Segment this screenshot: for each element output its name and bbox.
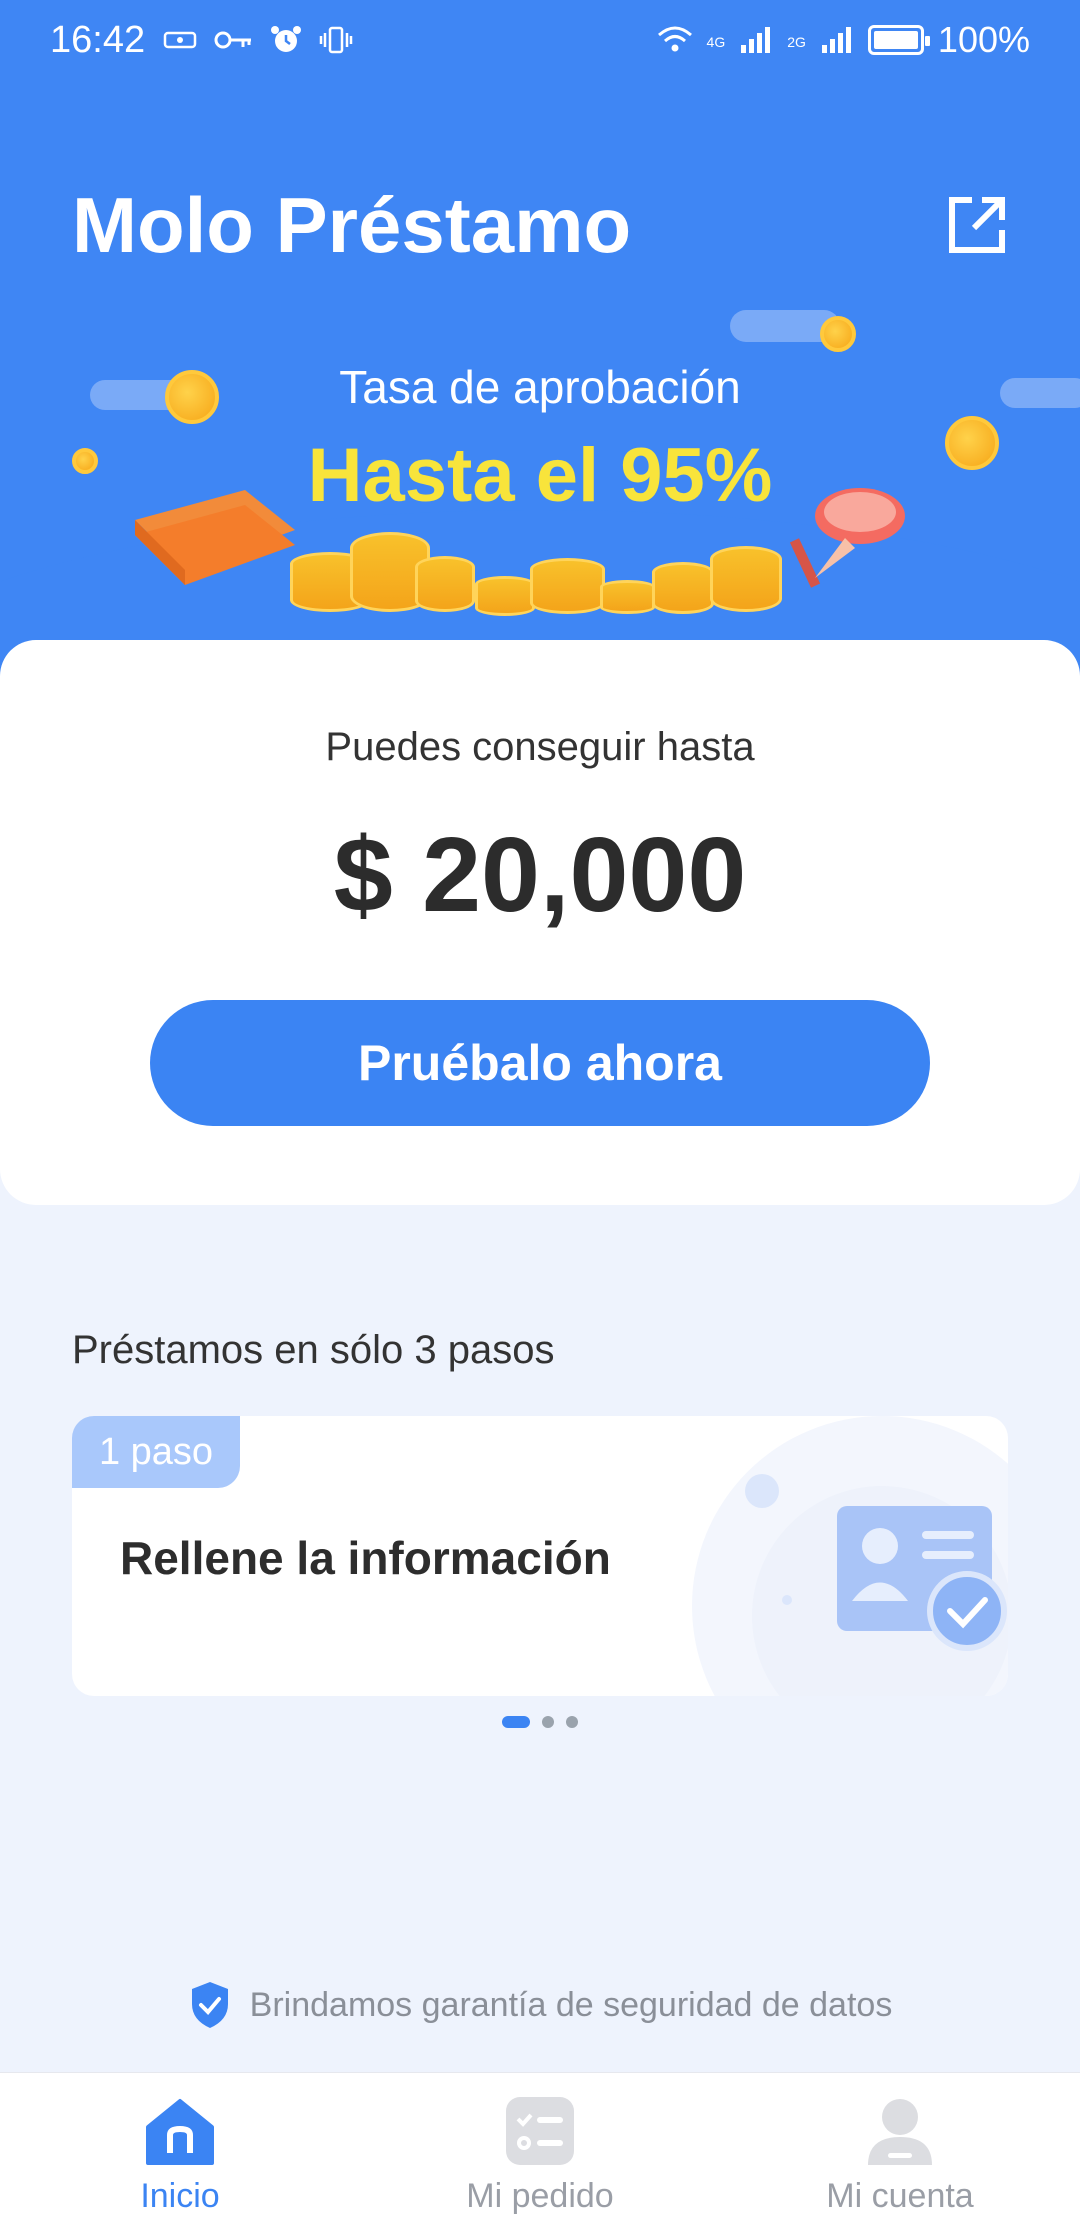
approval-rate-label: Tasa de aprobación bbox=[339, 361, 741, 413]
pager-dot-active[interactable] bbox=[502, 1716, 530, 1728]
security-text: Brindamos garantía de seguridad de datos bbox=[249, 1985, 893, 2024]
nav-label: Mi pedido bbox=[466, 2177, 614, 2215]
vibrate-icon bbox=[319, 26, 353, 54]
try-now-button[interactable]: Pruébalo ahora bbox=[150, 1000, 930, 1126]
step-carousel-card[interactable]: 1 paso Rellene la información bbox=[72, 1416, 1008, 1696]
coin-stack-decoration bbox=[530, 558, 605, 614]
wifi-icon bbox=[657, 26, 692, 52]
coin-stack-decoration bbox=[710, 546, 782, 612]
signal-icon bbox=[741, 27, 771, 53]
nav-item-mi-pedido[interactable]: Mi pedido bbox=[360, 2073, 720, 2240]
nav-label: Inicio bbox=[140, 2177, 220, 2215]
network-type-1: 4G bbox=[706, 34, 726, 50]
battery-icon bbox=[867, 25, 930, 55]
coin-stack-decoration bbox=[600, 580, 655, 614]
status-time: 16:42 bbox=[50, 18, 146, 61]
step-description: Rellene la información bbox=[120, 1532, 611, 1584]
bottom-navigation: Inicio Mi pedido Mi cuenta bbox=[0, 2072, 1080, 2240]
loan-amount-card: Puedes conseguir hasta $ 20,000 Pruébalo… bbox=[0, 640, 1080, 1205]
home-icon bbox=[146, 2099, 214, 2165]
pager-dot[interactable] bbox=[542, 1716, 554, 1728]
key-icon bbox=[214, 31, 252, 49]
network-type-2: 2G bbox=[787, 34, 806, 50]
nav-item-inicio[interactable]: Inicio bbox=[0, 2073, 360, 2240]
screen-record-icon bbox=[163, 31, 197, 49]
account-icon bbox=[868, 2099, 932, 2165]
status-bar: 16:42 4G 2G 100% bbox=[0, 0, 1080, 80]
alarm-icon bbox=[271, 26, 302, 52]
screen: 16:42 4G 2G 100% Molo Préstamo Tasa de a… bbox=[0, 0, 1080, 2240]
coin-stack-decoration bbox=[475, 576, 535, 616]
signal-icon bbox=[821, 27, 851, 53]
coin-decoration bbox=[820, 316, 856, 352]
open-external-icon[interactable] bbox=[942, 190, 1012, 260]
max-loan-amount: $ 20,000 bbox=[333, 816, 747, 934]
app-title: Molo Préstamo bbox=[72, 181, 632, 269]
order-list-icon bbox=[506, 2097, 574, 2165]
hero-banner: 16:42 4G 2G 100% Molo Préstamo Tasa de a… bbox=[0, 0, 1080, 700]
battery-percent: 100% bbox=[937, 19, 1030, 60]
security-note: Brindamos garantía de seguridad de datos bbox=[0, 1980, 1080, 2030]
coin-stack-decoration bbox=[652, 562, 714, 614]
approval-rate-value: Hasta el 95% bbox=[307, 433, 773, 518]
step-badge: 1 paso bbox=[72, 1416, 240, 1488]
coin-stack-decoration bbox=[415, 556, 475, 612]
steps-section-title: Préstamos en sólo 3 pasos bbox=[72, 1328, 555, 1372]
id-card-illustration-icon bbox=[692, 1416, 1008, 1696]
shield-check-icon bbox=[191, 1982, 228, 2028]
amount-label: Puedes conseguir hasta bbox=[325, 725, 755, 769]
pager-dot[interactable] bbox=[566, 1716, 578, 1728]
nav-label: Mi cuenta bbox=[826, 2177, 974, 2215]
nav-item-mi-cuenta[interactable]: Mi cuenta bbox=[720, 2073, 1080, 2240]
carousel-pager bbox=[0, 1716, 1080, 1728]
